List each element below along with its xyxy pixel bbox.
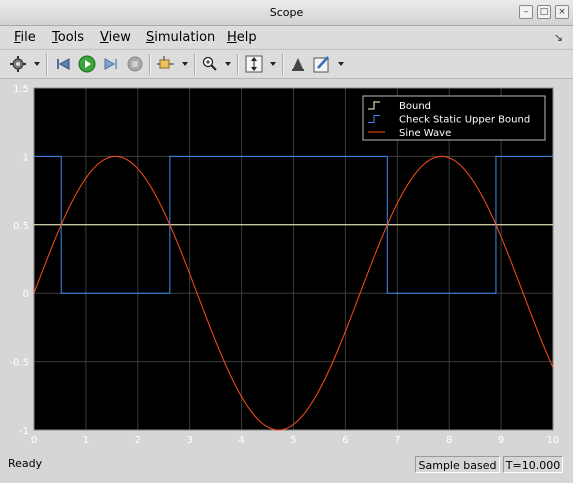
toolbar-separator [194, 54, 196, 75]
y-tick-label: -1 [19, 426, 29, 437]
toolbar-separator [46, 54, 48, 75]
y-tick-label: 1 [23, 152, 29, 163]
menu-bar: File Tools View Simulation Help ↘ [0, 26, 573, 48]
menu-simulation[interactable]: Simulation [146, 30, 215, 45]
x-tick-label: 3 [187, 435, 193, 446]
x-tick-label: 0 [31, 435, 37, 446]
run-icon[interactable] [77, 54, 97, 74]
x-tick-label: 1 [83, 435, 89, 446]
y-tick-label: 0.5 [13, 221, 29, 232]
y-tick-label: 0 [23, 289, 29, 300]
toolbar-separator [149, 54, 151, 75]
step-forward-icon[interactable] [101, 54, 121, 74]
signal-selector-dropdown-icon[interactable] [182, 62, 188, 66]
scale-axes-dropdown-icon[interactable] [270, 62, 276, 66]
menu-help-mnemonic: H [227, 30, 237, 45]
x-tick-label: 2 [135, 435, 141, 446]
edit-style-dropdown-icon[interactable] [338, 62, 344, 66]
simulation-time-indicator: T=10.000 [503, 456, 563, 473]
minimize-button[interactable]: – [519, 5, 533, 19]
maximize-button[interactable]: □ [537, 5, 551, 19]
y-tick-label: 1.5 [13, 84, 29, 95]
zoom-in-icon[interactable] [200, 54, 220, 74]
window-controls: – □ × [519, 5, 569, 19]
scope-plot-area: 0 1 2 3 4 5 6 7 8 9 10 -1 -0.5 0 0.5 1 1.5 Bound Check St… [0, 79, 573, 451]
legend[interactable]: Bound Check Static Upper Bound Sine Wave [362, 95, 546, 141]
stop-icon[interactable] [125, 54, 145, 74]
x-tick-label: 10 [547, 435, 560, 446]
x-tick-label: 9 [498, 435, 504, 446]
window-titlebar: Scope – □ × [0, 0, 573, 26]
gear-icon[interactable] [8, 54, 28, 74]
toolbar-separator [282, 54, 284, 75]
menu-simulation-label: imulation [154, 30, 216, 45]
x-tick-label: 4 [238, 435, 244, 446]
toolbar [0, 49, 573, 79]
signal-selector-icon[interactable] [156, 54, 176, 74]
x-tick-label: 8 [446, 435, 452, 446]
gear-dropdown-arrow-icon[interactable] [34, 62, 40, 66]
undock-arrow-icon[interactable]: ↘ [554, 31, 563, 44]
scope-chart[interactable]: 0 1 2 3 4 5 6 7 8 9 10 -1 -0.5 0 0.5 1 1.5 Bound Check St… [0, 79, 573, 451]
x-tick-label: 5 [290, 435, 296, 446]
menu-help[interactable]: Help [227, 30, 257, 45]
close-button[interactable]: × [555, 5, 569, 19]
toolbar-separator [237, 54, 239, 75]
status-ready-text: Ready [8, 457, 43, 470]
menu-view-mnemonic: V [100, 30, 109, 45]
menu-tools[interactable]: Tools [52, 30, 84, 45]
menu-view[interactable]: View [100, 30, 131, 45]
legend-label-0: Bound [399, 101, 431, 112]
y-tick-label: -0.5 [9, 358, 29, 369]
scale-axes-icon[interactable] [244, 54, 264, 74]
sample-mode-indicator: Sample based [415, 456, 500, 473]
status-bar: Ready Sample based T=10.000 [0, 453, 573, 483]
menu-tools-label: ools [57, 30, 85, 45]
menu-view-label: iew [108, 30, 131, 45]
menu-file[interactable]: File [14, 30, 36, 45]
legend-label-1: Check Static Upper Bound [399, 115, 530, 126]
step-back-icon[interactable] [53, 54, 73, 74]
zoom-dropdown-icon[interactable] [225, 62, 231, 66]
x-tick-label: 6 [342, 435, 348, 446]
legend-label-2: Sine Wave [399, 128, 451, 139]
menu-file-label: ile [20, 30, 36, 45]
x-tick-label: 7 [394, 435, 400, 446]
highlight-icon[interactable] [288, 54, 308, 74]
menu-help-label: elp [236, 30, 257, 45]
window-title: Scope [269, 6, 304, 19]
edit-style-icon[interactable] [312, 54, 332, 74]
